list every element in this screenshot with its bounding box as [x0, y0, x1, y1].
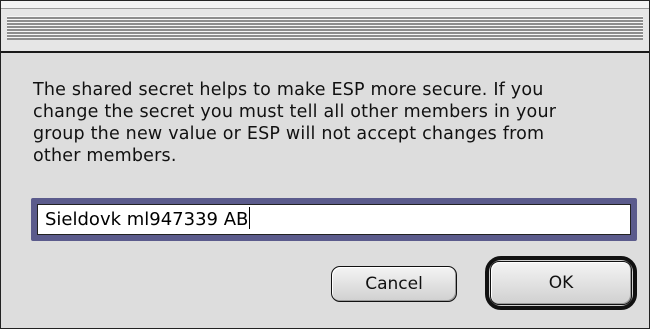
title-bar[interactable]: [1, 1, 649, 53]
title-bar-stripes: [7, 16, 643, 40]
shared-secret-dialog: The shared secret helps to make ESP more…: [0, 0, 650, 329]
title-bar-top-strip: [1, 1, 649, 9]
ok-button[interactable]: OK: [490, 261, 632, 305]
text-caret: [249, 207, 251, 229]
secret-field-focus-ring: Sieldovk ml947339 AB: [31, 198, 637, 241]
cancel-button[interactable]: Cancel: [331, 266, 457, 302]
dialog-message: The shared secret helps to make ESP more…: [33, 80, 557, 166]
secret-input-text: Sieldovk ml947339 AB: [45, 209, 249, 230]
secret-input[interactable]: Sieldovk ml947339 AB: [37, 204, 631, 235]
